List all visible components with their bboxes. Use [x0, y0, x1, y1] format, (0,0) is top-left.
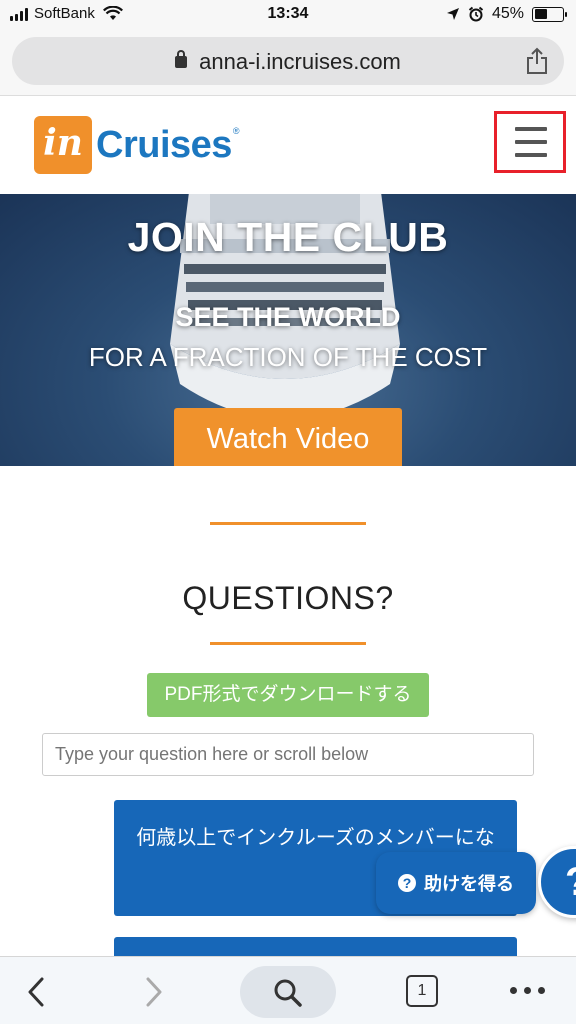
page: SoftBank 13:34 45% anna-i.incruises.com …: [0, 0, 576, 1024]
help-icon: ?: [398, 874, 416, 892]
share-icon[interactable]: [524, 47, 550, 75]
hero-subtitle-1: SEE THE WORLD: [175, 302, 401, 332]
logo-wordmark: Cruises: [96, 123, 232, 166]
questions-heading: QUESTIONS?: [182, 580, 394, 616]
status-right: 45%: [446, 5, 567, 23]
help-bubble-button[interactable]: ?: [538, 846, 576, 918]
url-text: anna-i.incruises.com: [199, 49, 401, 74]
divider-bottom: [210, 642, 366, 645]
search-button[interactable]: [240, 966, 336, 1018]
back-icon[interactable]: [22, 975, 52, 1009]
logo-registered: ®: [232, 126, 240, 136]
logo-in-mark: in: [34, 116, 92, 174]
question-search-input[interactable]: [42, 733, 534, 776]
hero-subtitle-2: FOR A FRACTION OF THE COST: [88, 342, 488, 372]
hamburger-menu-button[interactable]: [494, 111, 566, 173]
forward-icon[interactable]: [138, 975, 168, 1009]
search-icon: [274, 979, 302, 1007]
help-button-label: 助けを得る: [424, 874, 514, 894]
incruises-logo[interactable]: in Cruises ®: [34, 116, 240, 174]
url-display[interactable]: anna-i.incruises.com: [12, 49, 564, 75]
alarm-clock-icon: [468, 6, 484, 22]
divider-top: [210, 522, 366, 525]
more-icon[interactable]: [510, 987, 545, 994]
battery-icon: [532, 6, 567, 22]
hero-banner: JOIN THE CLUB SEE THE WORLD FOR A FRACTI…: [0, 194, 576, 466]
address-bar[interactable]: anna-i.incruises.com: [12, 37, 564, 85]
status-bar: SoftBank 13:34 45%: [0, 0, 576, 30]
faq-item-label: 何歳以上でインクルーズのメンバーにな: [136, 827, 495, 849]
battery-percent: 45%: [491, 5, 524, 22]
battery-level: [534, 9, 547, 19]
lock-icon: [175, 50, 188, 68]
pdf-download-button[interactable]: PDF形式でダウンロードする: [147, 673, 429, 717]
browser-url-area: anna-i.incruises.com: [0, 30, 576, 96]
tabs-icon[interactable]: 1: [406, 975, 438, 1007]
browser-toolbar: 1: [0, 956, 576, 1024]
site-header: in Cruises ®: [0, 96, 576, 194]
help-button[interactable]: ? 助けを得る: [376, 852, 536, 914]
hero-title: JOIN THE CLUB: [127, 214, 449, 260]
location-arrow-icon: [446, 8, 459, 20]
watch-video-button[interactable]: Watch Video: [174, 408, 402, 466]
